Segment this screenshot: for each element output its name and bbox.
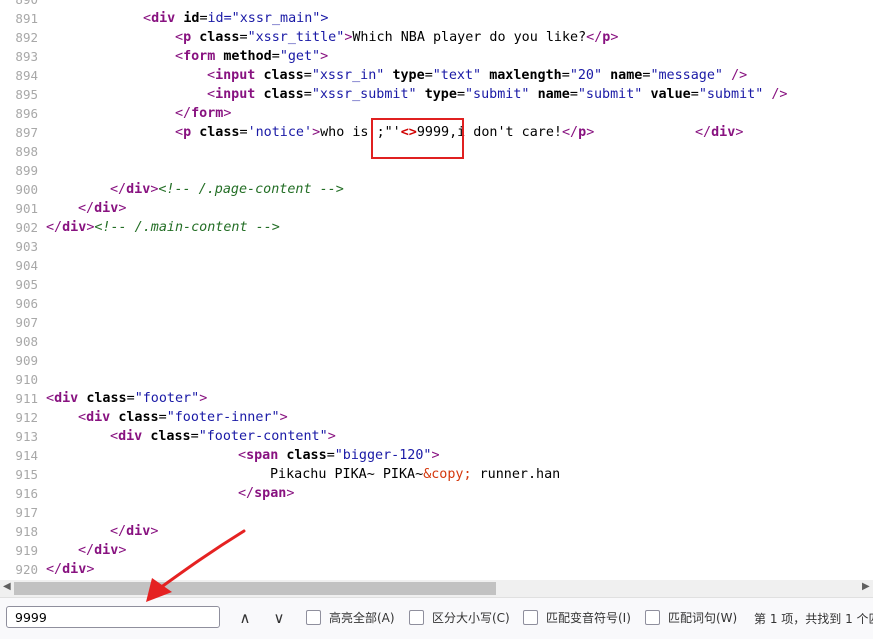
code-line: 911 <div class="footer"> xyxy=(15,391,208,406)
code-line: 902 </div><!-- /.main-content --> xyxy=(15,220,280,235)
code-line: 908 xyxy=(15,334,38,349)
code-line: 891 <div id=id="xssr_main"> xyxy=(15,11,329,26)
code-line: 918 </div> xyxy=(15,524,159,539)
code-line: 901 </div> xyxy=(15,201,127,216)
code-line: 899 xyxy=(15,163,38,178)
code-line: 906 xyxy=(15,296,38,311)
checkbox-icon[interactable] xyxy=(523,610,538,625)
code-line: 893 <form method="get"> xyxy=(15,49,329,64)
code-line: 905 xyxy=(15,277,38,292)
code-line: 907 xyxy=(15,315,38,330)
code-line: 894 <input class="xssr_in" type="text" ma… xyxy=(15,68,748,83)
scrollbar-thumb[interactable] xyxy=(14,582,496,595)
match-diacritics-checkbox[interactable]: 匹配变音符号(I) xyxy=(523,609,631,627)
code-line: 914 <span class="bigger-120"> xyxy=(15,448,440,463)
code-line: 910 xyxy=(15,372,38,387)
code-comment: <!-- /.main-content --> xyxy=(94,220,280,235)
code-line: 904 xyxy=(15,258,38,273)
code-line: 920 </div> xyxy=(15,562,95,577)
code-line: 912 <div class="footer-inner"> xyxy=(15,410,288,425)
text-node: Which NBA player do you like? xyxy=(352,30,587,45)
code-comment: <!-- /.page-content --> xyxy=(158,182,344,197)
checkbox-icon[interactable] xyxy=(409,610,424,625)
code-line: 892 <p class="xssr_title">Which NBA playe… xyxy=(15,30,619,45)
horizontal-scrollbar[interactable]: ◀ ▶ xyxy=(0,580,873,597)
find-bar: ∧ ∨ 高亮全部(A) 区分大小写(C) 匹配变音符号(I) 匹配词句(W) 第… xyxy=(0,597,873,639)
find-input[interactable] xyxy=(6,606,220,628)
scroll-left-icon[interactable]: ◀ xyxy=(3,581,11,592)
scroll-right-icon[interactable]: ▶ xyxy=(862,581,870,592)
find-previous-button[interactable]: ∧ xyxy=(234,607,256,629)
annotation-highlight-box xyxy=(371,118,464,159)
code-line: 903 xyxy=(15,239,38,254)
source-code-view: 890 891<div id=id="xssr_main"> 892<p cla… xyxy=(0,0,873,580)
match-case-checkbox[interactable]: 区分大小写(C) xyxy=(409,609,510,627)
code-line: 917 xyxy=(15,505,38,520)
code-line: 900 </div><!-- /.page-content --> xyxy=(15,182,344,197)
code-line: 919 </div> xyxy=(15,543,127,558)
code-line: 913 <div class="footer-content"> xyxy=(15,429,336,444)
highlight-all-checkbox[interactable]: 高亮全部(A) xyxy=(306,609,395,627)
attr-value: id="xssr_main"> xyxy=(207,11,329,26)
code-line: 915 Pikachu PIKA~ PIKA~&copy; runner.han xyxy=(15,467,561,482)
find-next-button[interactable]: ∨ xyxy=(268,607,290,629)
checkbox-icon[interactable] xyxy=(645,610,660,625)
code-line: 895 <input class="xssr_submit" type="subm… xyxy=(15,87,788,102)
code-line: 890 xyxy=(0,0,873,9)
code-line: 909 xyxy=(15,353,38,368)
code-line: 916 </span> xyxy=(15,486,295,501)
attr-value: "get" xyxy=(279,49,321,64)
find-status: 第 1 项，共找到 1 个匹配项 xyxy=(754,612,873,626)
html-entity: &copy; xyxy=(423,467,472,482)
attr-value: "xssr_title" xyxy=(247,30,345,45)
checkbox-icon[interactable] xyxy=(306,610,321,625)
whole-words-checkbox[interactable]: 匹配词句(W) xyxy=(645,609,737,627)
